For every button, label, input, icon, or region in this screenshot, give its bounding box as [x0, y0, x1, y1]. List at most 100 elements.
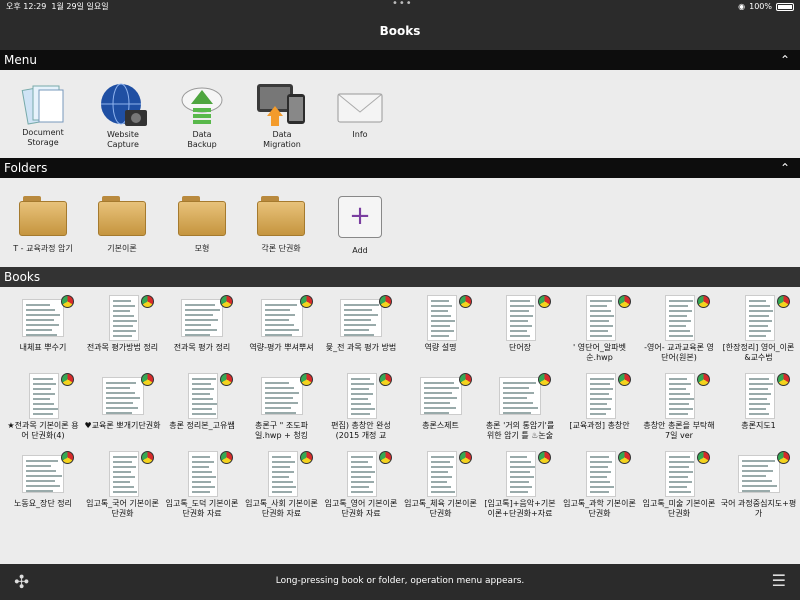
book-title: 임고톡_도덕 기본이론 단권화 자료: [165, 499, 239, 518]
book-title: 단어장: [508, 343, 532, 352]
reading-progress-pie-icon: [61, 295, 74, 308]
book-thumbnail: [188, 451, 218, 497]
reading-progress-pie-icon: [697, 295, 710, 308]
reading-progress-pie-icon: [617, 373, 631, 386]
reading-progress-pie-icon: [379, 451, 392, 464]
multitask-dots[interactable]: •••: [392, 0, 413, 11]
book-thumbnail: [737, 455, 780, 493]
reading-progress-pie-icon: [61, 451, 74, 464]
reading-progress-pie-icon: [538, 451, 551, 464]
book-title: 뮻_전 과목 평가 방법: [325, 343, 397, 352]
book-title: ♥교육론 뽀개기단권화: [84, 421, 161, 430]
folder-icon: [98, 196, 146, 236]
book-title: 임고톡_미술 기본이론 단권화: [642, 499, 716, 518]
menu-item-data-migration[interactable]: Data Migration: [242, 82, 322, 150]
menu-item-website-capture[interactable]: Website Capture: [83, 82, 163, 150]
add-folder-icon: +: [338, 196, 382, 238]
section-header-folders[interactable]: Folders ⌃: [0, 158, 800, 178]
menu-row: Document Storage Website Capture Data Ba…: [0, 70, 800, 158]
book-title: 총론 정리본_고유쌤: [169, 421, 235, 430]
book-title: 임고톡_사회 기본이론 단권화 자료: [245, 499, 318, 518]
sort-list-icon[interactable]: ☰: [772, 571, 786, 590]
folder-icon: [19, 196, 67, 236]
book-thumbnail: [665, 451, 695, 497]
book-thumbnail: [744, 295, 775, 341]
collapse-chevron-icon[interactable]: ⌃: [780, 158, 790, 178]
collapse-chevron-icon[interactable]: ⌃: [780, 50, 790, 70]
menu-item-info[interactable]: Info: [320, 82, 400, 140]
book-thumbnail: [347, 451, 377, 497]
book-thumbnail: [188, 373, 218, 419]
book-title: 국어 과정중심지도+평가: [720, 499, 797, 518]
folder-item[interactable]: T - 교육과정 암기: [3, 196, 83, 254]
reading-progress-pie-icon: [61, 373, 74, 386]
folder-row: T - 교육과정 암기 기본이론 모형 각론 단권화 + Add: [0, 178, 800, 267]
reading-progress-pie-icon: [697, 451, 710, 464]
book-title: 임고톡_체육 기본이론 단권화: [404, 499, 477, 518]
book-thumbnail: [29, 373, 59, 419]
reading-progress-pie-icon: [617, 295, 631, 308]
book-thumbnail: [585, 295, 616, 341]
reading-progress-pie-icon: [617, 451, 631, 464]
reading-progress-pie-icon: [220, 373, 233, 386]
book-thumbnail: [181, 299, 223, 337]
documents-icon: [21, 85, 64, 125]
page-title: Books: [379, 24, 421, 38]
book-thumbnail: [585, 373, 616, 419]
book-title: 임고톡_과학 기본이론 단권화: [563, 499, 636, 518]
bottom-toolbar: ✣ Long-pressing book or folder, operatio…: [0, 564, 800, 600]
book-title: 총창안 총론을 부탁해 7일 ver: [643, 421, 715, 440]
add-folder-button[interactable]: + Add: [320, 196, 400, 256]
folder-item[interactable]: 모형: [162, 196, 242, 254]
devices-migration-icon: [257, 84, 305, 126]
book-title: 역량-평가 뿌셔뿌셔: [249, 343, 314, 352]
hint-message: Long-pressing book or folder, operation …: [275, 576, 525, 586]
book-thumbnail: [665, 295, 695, 341]
book-title: 전과목 평가 정리: [173, 343, 231, 352]
globe-camera-icon: [101, 83, 147, 126]
book-title: 내체표 뿌수기: [19, 343, 67, 352]
book-title: [한장정리] 영어_이론&교수법: [722, 343, 795, 362]
book-title: 임고톡_국어 기본이론 단권화: [86, 499, 159, 518]
battery-icon: [776, 3, 794, 11]
book-thumbnail: [101, 377, 144, 415]
reading-progress-pie-icon: [299, 295, 313, 308]
book-thumbnail: [665, 373, 695, 419]
book-title: 총론지도1: [741, 421, 776, 430]
book-thumbnail: [260, 377, 303, 415]
book-title: -영어- 교과교육론 영단어(원본): [644, 343, 714, 362]
reading-progress-pie-icon: [140, 295, 154, 308]
reading-progress-pie-icon: [299, 373, 313, 386]
book-thumbnail: [347, 373, 377, 419]
book-thumbnail: [426, 451, 457, 497]
status-right: ◉ 100%: [738, 0, 794, 14]
book-title: [임고톡]+음악+기본이론+단권화+자료: [484, 499, 556, 518]
book-thumbnail: [267, 451, 298, 497]
status-bar: 오후 12:29 1월 29일 일요일 ••• ◉ 100%: [0, 0, 800, 14]
nav-bar: Books: [0, 14, 800, 50]
book-title: [교육과정] 총창안: [569, 421, 630, 430]
book-title: 노동요_장단 정리: [13, 499, 73, 508]
book-thumbnail: [22, 455, 64, 493]
book-thumbnail: [506, 295, 536, 341]
book-title: 전과목 평가방법 정리: [86, 343, 159, 352]
reading-progress-pie-icon: [776, 295, 790, 308]
book-grid: 내체표 뿌수기 전과목 평가방법 정리 전과목 평가 정리 역량-평가 뿌셔뿌셔 뮻_전…: [0, 287, 800, 564]
reading-progress-pie-icon: [379, 373, 392, 386]
folder-item[interactable]: 각론 단권화: [241, 196, 321, 254]
book-title: ' 영단어_알파벳순.hwp: [573, 343, 626, 362]
book-thumbnail: [426, 295, 457, 341]
book-thumbnail: [260, 299, 303, 337]
folder-icon: [257, 196, 305, 236]
reading-progress-pie-icon: [299, 451, 313, 464]
reading-progress-pie-icon: [458, 295, 472, 308]
section-header-books: Books: [0, 267, 800, 287]
book-thumbnail: [499, 377, 541, 415]
section-header-menu[interactable]: Menu ⌃: [0, 50, 800, 70]
book-title: 총론 '거의 통암기'를 위한 암기 틀 ♨논술: [485, 421, 555, 440]
menu-item-data-backup[interactable]: Data Backup: [162, 82, 242, 150]
reading-progress-pie-icon: [220, 295, 233, 308]
menu-item-document-storage[interactable]: Document Storage: [3, 82, 83, 148]
reading-progress-pie-icon: [458, 373, 472, 386]
folder-item[interactable]: 기본이론: [82, 196, 162, 254]
